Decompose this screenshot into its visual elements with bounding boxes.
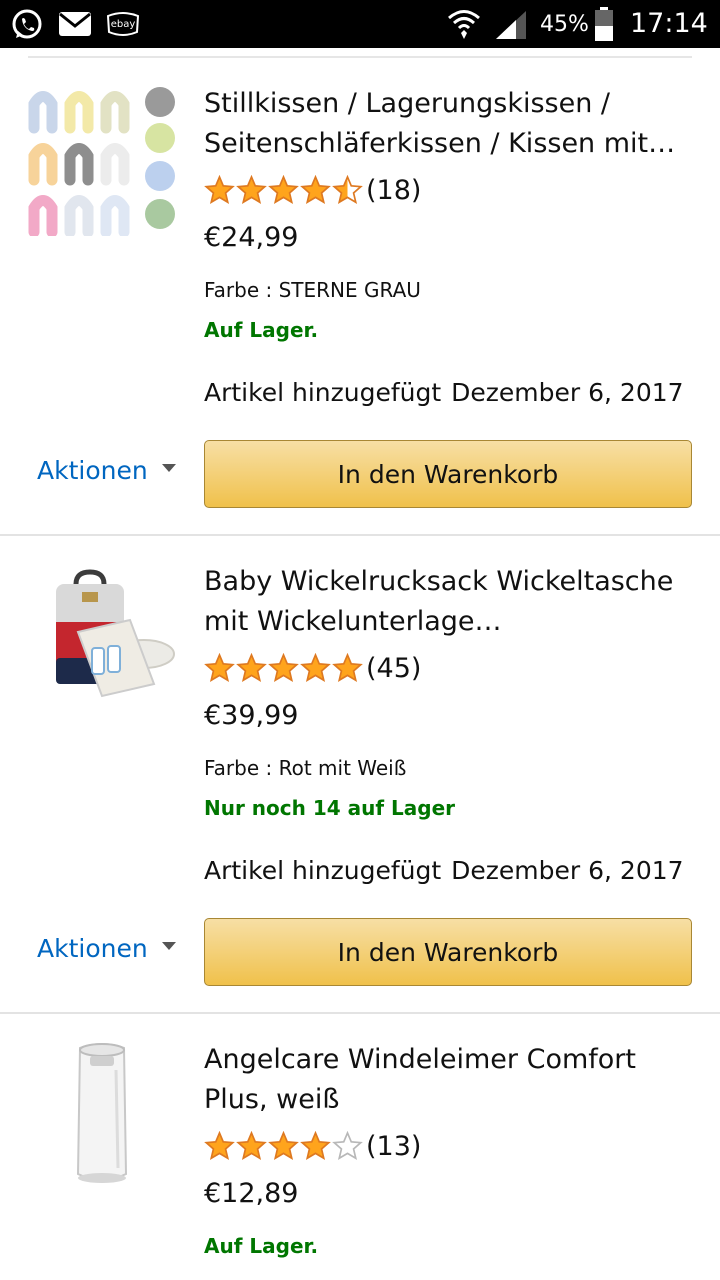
- date-added-label: Artikel hinzugefügt: [204, 378, 442, 407]
- star-empty-icon: [332, 1130, 363, 1160]
- date-added: Artikel hinzugefügt Dezember 6, 2017: [204, 378, 684, 407]
- stock-status: Auf Lager.: [204, 318, 319, 342]
- divider: [28, 56, 692, 58]
- stock-status: Nur noch 14 auf Lager: [204, 796, 456, 820]
- battery-icon: [594, 6, 614, 46]
- product-color: Farbe : STERNE GRAU: [204, 278, 421, 302]
- caret-down-icon: [161, 463, 176, 472]
- status-bar: ebay 45% 17:14: [0, 0, 720, 48]
- add-to-cart-button[interactable]: In den Warenkorb: [204, 918, 692, 986]
- actions-label: Aktionen: [37, 456, 148, 485]
- star-full-icon: [268, 1130, 299, 1160]
- star-full-icon: [332, 652, 363, 682]
- star-full-icon: [268, 174, 299, 204]
- star-full-icon: [300, 1130, 331, 1160]
- date-added: Artikel hinzugefügt Dezember 6, 2017: [204, 856, 684, 885]
- star-full-icon: [204, 174, 235, 204]
- review-count[interactable]: (13): [366, 1131, 421, 1162]
- ebay-kleinanzeigen-icon: ebay: [104, 10, 142, 42]
- add-to-cart-button[interactable]: In den Warenkorb: [204, 440, 692, 508]
- star-full-icon: [236, 1130, 267, 1160]
- product-color: Farbe : Rot mit Weiß: [204, 756, 407, 780]
- star-rating[interactable]: (18): [204, 174, 421, 206]
- divider: [0, 1012, 720, 1014]
- stock-status: Auf Lager.: [204, 1234, 319, 1258]
- actions-dropdown[interactable]: Aktionen: [37, 456, 176, 485]
- product-image-nursing-pillow[interactable]: [26, 84, 178, 238]
- star-full-icon: [236, 652, 267, 682]
- clock: 17:14: [630, 8, 708, 39]
- star-rating[interactable]: (45): [204, 652, 421, 684]
- product-price: €24,99: [204, 222, 299, 253]
- review-count[interactable]: (45): [366, 653, 421, 684]
- product-price: €39,99: [204, 700, 299, 731]
- review-count[interactable]: (18): [366, 175, 421, 206]
- whatsapp-icon: [10, 8, 44, 46]
- star-full-icon: [204, 1130, 235, 1160]
- wifi-icon: [446, 6, 482, 46]
- product-price: €12,89: [204, 1178, 299, 1209]
- svg-text:ebay: ebay: [111, 19, 136, 30]
- star-half-icon: [332, 174, 363, 204]
- star-full-icon: [268, 652, 299, 682]
- product-image-diaper-bin[interactable]: [26, 1040, 178, 1192]
- date-added-label: Artikel hinzugefügt: [204, 856, 442, 885]
- actions-dropdown[interactable]: Aktionen: [37, 934, 176, 963]
- star-full-icon: [236, 174, 267, 204]
- star-rating[interactable]: (13): [204, 1130, 421, 1162]
- date-added-value: Dezember 6, 2017: [451, 856, 684, 885]
- date-added-value: Dezember 6, 2017: [451, 378, 684, 407]
- star-full-icon: [204, 652, 235, 682]
- product-title[interactable]: Stillkissen / Lagerungskissen / Seitensc…: [204, 84, 692, 164]
- divider: [0, 534, 720, 536]
- battery-percent: 45%: [540, 12, 589, 37]
- product-title[interactable]: Angelcare Windeleimer Comfort Plus, weiß: [204, 1040, 692, 1120]
- star-full-icon: [300, 652, 331, 682]
- product-image-diaper-backpack[interactable]: [26, 562, 178, 714]
- star-full-icon: [300, 174, 331, 204]
- product-title[interactable]: Baby Wickelrucksack Wickeltasche mit Wic…: [204, 562, 692, 642]
- actions-label: Aktionen: [37, 934, 148, 963]
- signal-icon: [494, 10, 528, 44]
- mail-icon: [58, 11, 92, 41]
- caret-down-icon: [161, 941, 176, 950]
